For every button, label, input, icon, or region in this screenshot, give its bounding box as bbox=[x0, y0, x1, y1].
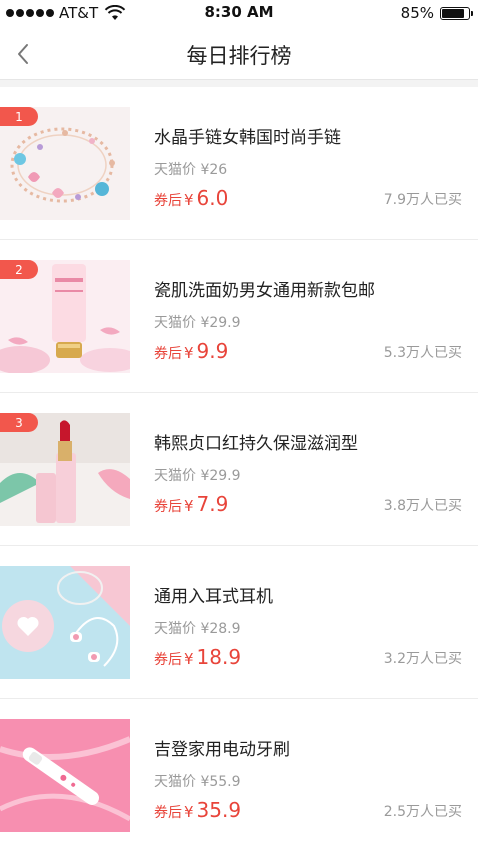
product-item[interactable]: 通用入耳式耳机 天猫价 ¥28.9 券后 ¥ 18.9 3.2万人已买 bbox=[0, 546, 478, 699]
product-title: 通用入耳式耳机 bbox=[154, 587, 273, 607]
nav-divider bbox=[0, 80, 478, 87]
product-item[interactable]: 2 瓷肌洗面奶男女通用新款包邮 天猫价 ¥29.9 券后 ¥ 9.9 5.3万人… bbox=[0, 240, 478, 393]
product-title: 水晶手链女韩国时尚手链 bbox=[154, 128, 341, 148]
coupon-label: 券后 bbox=[154, 193, 182, 209]
product-image-toothbrush bbox=[0, 719, 130, 832]
currency-symbol: ¥ bbox=[184, 803, 194, 821]
product-title: 韩熙贞口红持久保湿滋润型 bbox=[154, 434, 358, 454]
price-value: 7.9 bbox=[196, 492, 229, 516]
status-bar: AT&T 8:30 AM 85% bbox=[0, 0, 478, 28]
original-price: 天猫价 ¥29.9 bbox=[154, 468, 241, 484]
currency-symbol: ¥ bbox=[184, 497, 194, 515]
battery-icon bbox=[440, 6, 473, 20]
coupon-price: 券后 ¥ 35.9 bbox=[154, 798, 241, 822]
product-list: 1 水晶手链女韩国时尚手链 天猫价 ¥26 券后 ¥ 6.0 7.9万人已买 2… bbox=[0, 87, 478, 850]
rank-badge: 2 bbox=[0, 260, 38, 279]
original-price: 天猫价 ¥55.9 bbox=[154, 774, 241, 790]
page-title: 每日排行榜 bbox=[186, 44, 292, 68]
sold-count: 3.8万人已买 bbox=[383, 498, 462, 514]
coupon-label: 券后 bbox=[154, 805, 182, 821]
coupon-price: 券后 ¥ 7.9 bbox=[154, 492, 228, 516]
sold-count: 7.9万人已买 bbox=[383, 192, 462, 208]
currency-symbol: ¥ bbox=[184, 344, 194, 362]
coupon-label: 券后 bbox=[154, 652, 182, 668]
product-item[interactable]: 1 水晶手链女韩国时尚手链 天猫价 ¥26 券后 ¥ 6.0 7.9万人已买 bbox=[0, 87, 478, 240]
currency-symbol: ¥ bbox=[184, 650, 194, 668]
coupon-price: 券后 ¥ 9.9 bbox=[154, 339, 228, 363]
currency-symbol: ¥ bbox=[184, 191, 194, 209]
original-price: 天猫价 ¥29.9 bbox=[154, 315, 241, 331]
rank-badge: 1 bbox=[0, 107, 38, 126]
product-title: 吉登家用电动牙刷 bbox=[154, 740, 290, 760]
product-title: 瓷肌洗面奶男女通用新款包邮 bbox=[154, 281, 375, 301]
coupon-price: 券后 ¥ 6.0 bbox=[154, 186, 228, 210]
price-value: 6.0 bbox=[196, 186, 229, 210]
rank-badge: 3 bbox=[0, 413, 38, 432]
product-item[interactable]: 3 韩熙贞口红持久保湿滋润型 天猫价 ¥29.9 券后 ¥ 7.9 3.8万人已… bbox=[0, 393, 478, 546]
sold-count: 3.2万人已买 bbox=[383, 651, 462, 667]
original-price: 天猫价 ¥26 bbox=[154, 162, 228, 178]
sold-count: 5.3万人已买 bbox=[383, 345, 462, 361]
price-value: 9.9 bbox=[196, 339, 229, 363]
price-value: 18.9 bbox=[196, 645, 242, 669]
nav-bar: 每日排行榜 bbox=[0, 28, 478, 80]
battery-percent: 85% bbox=[400, 4, 434, 22]
product-item[interactable]: 吉登家用电动牙刷 天猫价 ¥55.9 券后 ¥ 35.9 2.5万人已买 bbox=[0, 699, 478, 850]
sold-count: 2.5万人已买 bbox=[383, 804, 462, 820]
status-right: 85% bbox=[400, 4, 473, 22]
battery-level bbox=[442, 8, 465, 18]
coupon-label: 券后 bbox=[154, 346, 182, 362]
coupon-price: 券后 ¥ 18.9 bbox=[154, 645, 241, 669]
original-price: 天猫价 ¥28.9 bbox=[154, 621, 241, 637]
product-image-earphones bbox=[0, 566, 130, 679]
price-value: 35.9 bbox=[196, 798, 242, 822]
coupon-label: 券后 bbox=[154, 499, 182, 515]
